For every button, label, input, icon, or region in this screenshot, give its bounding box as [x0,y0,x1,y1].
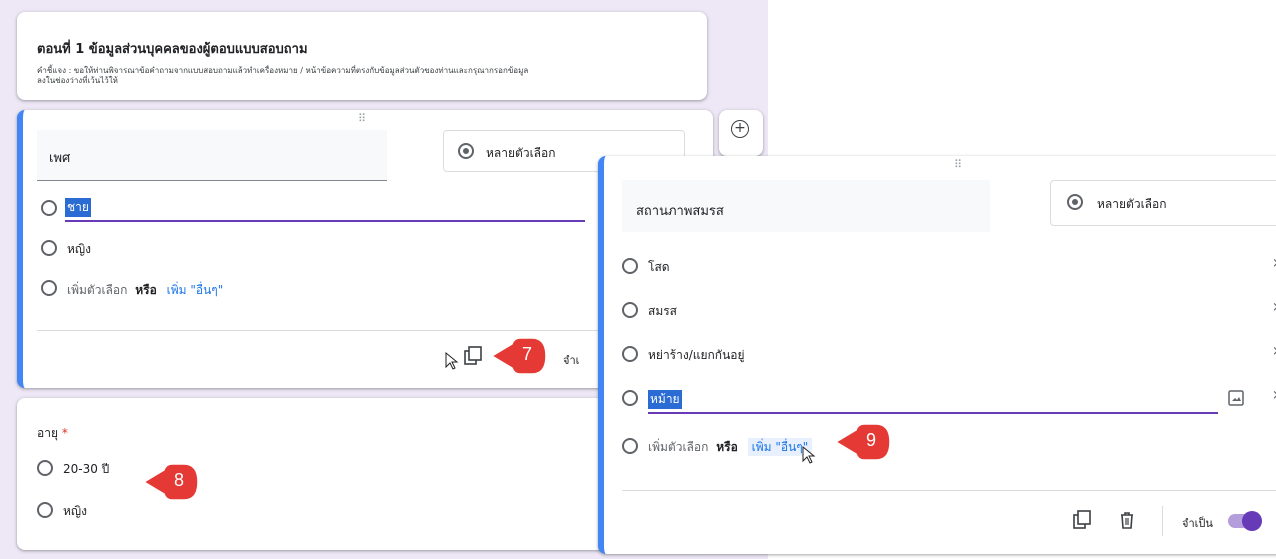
image-icon[interactable] [1228,390,1244,406]
required-toggle[interactable] [1228,511,1262,531]
option-radio-1[interactable] [622,258,638,274]
footer-vertical-divider [1162,506,1163,536]
option-radio-4[interactable] [622,390,638,406]
option-text-1[interactable]: 20-30 ปี [63,460,109,479]
option-radio-2[interactable] [37,502,53,518]
required-label: จำเ [563,354,580,367]
question-title: เพศ [49,151,71,166]
callout-number: 7 [521,344,532,364]
remove-option-4-icon[interactable]: × [1272,388,1276,403]
duplicate-icon[interactable] [1072,510,1092,530]
cursor-icon [802,446,816,464]
add-option-button[interactable]: เพิ่มตัวเลือก [648,440,708,454]
toggle-knob [1242,511,1262,531]
add-option-radio [41,280,57,296]
option-radio-2[interactable] [41,240,57,256]
option-input-4[interactable]: หม้าย [648,386,1218,414]
option-text-1: ชาย [65,198,91,217]
remove-option-2-icon[interactable]: × [1272,300,1276,315]
add-option-button[interactable]: เพิ่มตัวเลือก [67,283,127,297]
question-title: สถานภาพสมรส [636,204,724,219]
footer-divider [622,490,1276,491]
add-question-toolbar: + [719,110,763,156]
section-title: ตอนที่ 1 ข้อมูลส่วนบุคคลของผู้ตอบแบบสอบถ… [37,42,308,57]
remove-option-3-icon[interactable]: × [1272,344,1276,359]
add-option-row: เพิ่มตัวเลือก หรือ เพิ่ม "อื่นๆ" [67,281,223,300]
option-text-3[interactable]: หย่าร้าง/แยกกันอยู่ [648,346,745,365]
option-radio-1[interactable] [37,460,53,476]
radio-type-icon [458,143,474,159]
option-text-2[interactable]: หญิง [63,502,87,521]
option-input-1[interactable]: ชาย [65,196,585,222]
option-radio-1[interactable] [41,200,57,216]
required-asterisk: * [61,426,68,440]
required-label: จำเป็น [1182,517,1213,530]
option-radio-3[interactable] [622,346,638,362]
callout-7: 7 [490,336,548,376]
question-title-field[interactable]: สถานภาพสมรส [622,180,990,232]
or-text: หรือ [716,440,738,454]
callout-number: 9 [865,430,876,450]
drag-handle-icon[interactable]: ⠿ [954,158,963,171]
section-header-card[interactable]: ตอนที่ 1 ข้อมูลส่วนบุคคลของผู้ตอบแบบสอบถ… [17,12,707,100]
callout-8: 8 [142,462,200,502]
question-card-marital[interactable]: ⠿ สถานภาพสมรส หลายตัวเลือก โสด × สมรส × … [598,156,1276,554]
callout-9: 9 [834,422,892,462]
add-other-button[interactable]: เพิ่ม "อื่นๆ" [167,283,224,297]
option-text-4: หม้าย [648,390,682,409]
option-text-1[interactable]: โสด [648,258,670,277]
question-type-dropdown[interactable]: หลายตัวเลือก [1050,180,1276,226]
add-question-icon[interactable]: + [731,120,749,138]
question-title-field[interactable]: เพศ [37,130,387,181]
option-text-2[interactable]: หญิง [67,240,91,259]
remove-option-1-icon[interactable]: × [1272,256,1276,271]
delete-icon[interactable] [1118,510,1136,530]
drag-handle-icon[interactable]: ⠿ [358,112,367,125]
question-title: อายุ * [37,426,68,440]
option-text-2[interactable]: สมรส [648,302,677,321]
radio-type-icon [1067,194,1083,210]
question-type-label: หลายตัวเลือก [486,146,556,160]
add-option-row: เพิ่มตัวเลือก หรือ เพิ่ม "อื่นๆ" [648,438,813,457]
callout-number: 8 [173,470,184,490]
option-radio-2[interactable] [622,302,638,318]
question-type-label: หลายตัวเลือก [1097,197,1167,211]
cursor-icon [445,352,459,370]
duplicate-icon[interactable] [463,346,483,366]
or-text: หรือ [135,283,157,297]
section-description: คำชี้แจง : ขอให้ท่านพิจารณาข้อคำถามจากแบ… [37,66,529,85]
add-option-radio [622,438,638,454]
